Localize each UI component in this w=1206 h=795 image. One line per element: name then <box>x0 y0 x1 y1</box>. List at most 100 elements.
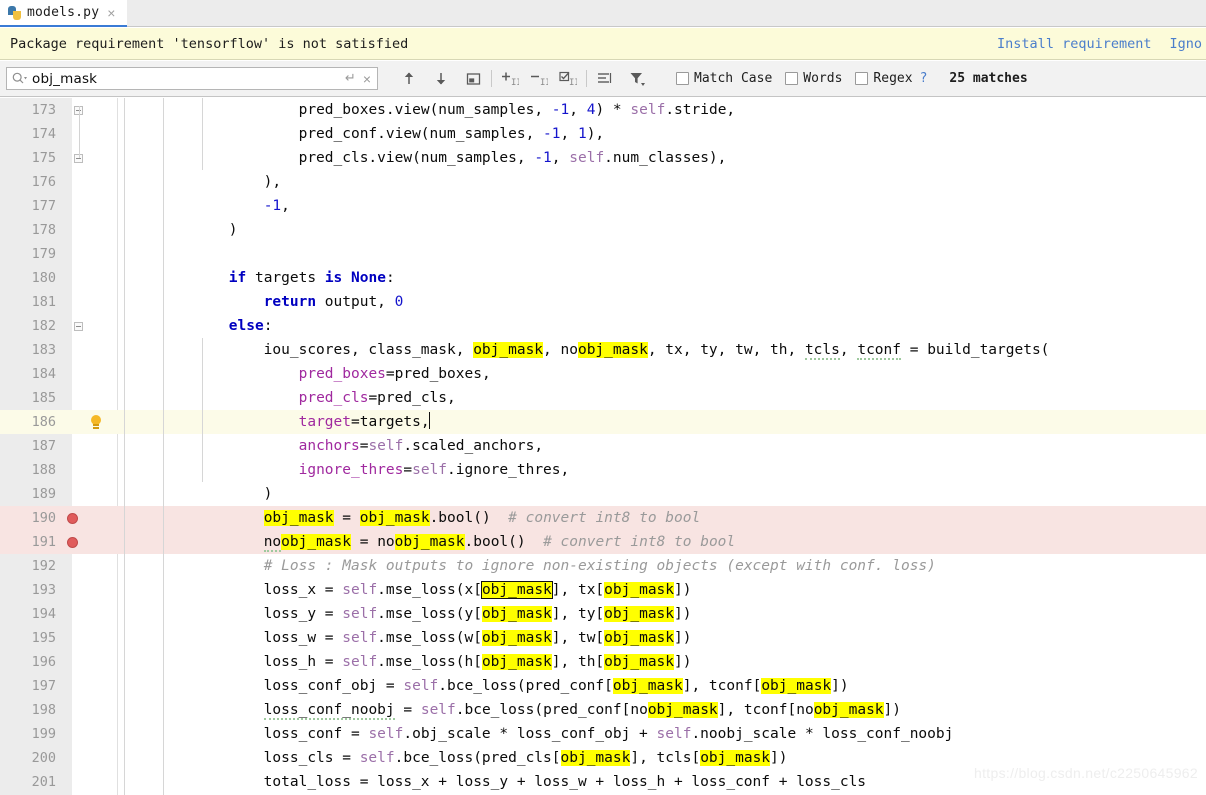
code-line[interactable]: 174 pred_conf.view(num_samples, -1, 1), <box>0 122 1206 146</box>
code-text[interactable]: anchors=self.scaled_anchors, <box>124 434 543 458</box>
code-text[interactable]: noobj_mask = noobj_mask.bool() # convert… <box>124 530 735 554</box>
editor-tab-models-py[interactable]: models.py × <box>0 0 127 27</box>
code-line[interactable]: 179 <box>0 242 1206 266</box>
search-input[interactable]: obj_mask <box>32 71 345 87</box>
select-all-occurrences-button[interactable] <box>460 66 486 92</box>
code-line[interactable]: 196 loss_h = self.mse_loss(h[obj_mask], … <box>0 650 1206 674</box>
code-line[interactable]: 194 loss_y = self.mse_loss(y[obj_mask], … <box>0 602 1206 626</box>
code-line[interactable]: 181 return output, 0 <box>0 290 1206 314</box>
fold-marker[interactable] <box>66 98 90 122</box>
code-text[interactable]: ) <box>124 218 238 242</box>
code-text[interactable]: loss_conf_noobj = self.bce_loss(pred_con… <box>124 698 901 722</box>
code-line[interactable]: 198 loss_conf_noobj = self.bce_loss(pred… <box>0 698 1206 722</box>
add-occurrence-button[interactable]: II <box>497 66 523 92</box>
code-line[interactable]: 176 ), <box>0 170 1206 194</box>
code-text[interactable]: pred_conf.view(num_samples, -1, 1), <box>124 122 605 146</box>
breakpoint-icon[interactable] <box>60 506 84 530</box>
regex-option[interactable]: Regex <box>855 71 913 86</box>
code-text[interactable]: loss_cls = self.bce_loss(pred_cls[obj_ma… <box>124 746 788 770</box>
code-line[interactable]: 173 pred_boxes.view(num_samples, -1, 4) … <box>0 98 1206 122</box>
filter-icon <box>630 72 645 86</box>
code-line[interactable]: 187 anchors=self.scaled_anchors, <box>0 434 1206 458</box>
code-text[interactable]: -1, <box>124 194 290 218</box>
fold-marker[interactable] <box>66 146 90 170</box>
search-icon <box>12 72 27 84</box>
code-editor[interactable]: 173 pred_boxes.view(num_samples, -1, 4) … <box>0 98 1206 795</box>
code-text[interactable]: if targets is None: <box>124 266 395 290</box>
code-line[interactable]: 177 -1, <box>0 194 1206 218</box>
code-line[interactable]: 189 ) <box>0 482 1206 506</box>
code-text[interactable]: pred_cls=pred_cls, <box>124 386 456 410</box>
code-line[interactable]: 192 # Loss : Mask outputs to ignore non-… <box>0 554 1206 578</box>
intention-bulb-icon[interactable] <box>84 410 108 434</box>
code-text[interactable]: ignore_thres=self.ignore_thres, <box>124 458 570 482</box>
filter-button[interactable] <box>624 66 650 92</box>
code-text[interactable]: return output, 0 <box>124 290 404 314</box>
code-line[interactable]: 195 loss_w = self.mse_loss(w[obj_mask], … <box>0 626 1206 650</box>
code-text[interactable]: iou_scores, class_mask, obj_mask, noobj_… <box>124 338 1049 362</box>
code-line[interactable]: 191 noobj_mask = noobj_mask.bool() # con… <box>0 530 1206 554</box>
code-text[interactable]: # Loss : Mask outputs to ignore non-exis… <box>124 554 936 578</box>
match-case-option[interactable]: Match Case <box>676 71 772 86</box>
code-text[interactable]: loss_y = self.mse_loss(y[obj_mask], ty[o… <box>124 602 691 626</box>
close-icon[interactable]: × <box>107 6 115 20</box>
code-line[interactable]: 186 target=targets, <box>0 410 1206 434</box>
code-line[interactable]: 180 if targets is None: <box>0 266 1206 290</box>
install-requirement-link[interactable]: Install requirement <box>997 36 1151 52</box>
remove-occurrence-button[interactable]: II <box>526 66 552 92</box>
regex-help-icon[interactable]: ? <box>920 71 928 86</box>
code-line[interactable]: 178 ) <box>0 218 1206 242</box>
code-text[interactable]: obj_mask = obj_mask.bool() # convert int… <box>124 506 700 530</box>
code-line[interactable]: 182 else: <box>0 314 1206 338</box>
code-text[interactable]: loss_h = self.mse_loss(h[obj_mask], th[o… <box>124 650 691 674</box>
code-text[interactable]: loss_w = self.mse_loss(w[obj_mask], tw[o… <box>124 626 691 650</box>
code-line[interactable]: 199 loss_conf = self.obj_scale * loss_co… <box>0 722 1206 746</box>
find-in-selection-button[interactable] <box>592 66 618 92</box>
code-text[interactable]: ), <box>124 170 281 194</box>
code-line[interactable]: 183 iou_scores, class_mask, obj_mask, no… <box>0 338 1206 362</box>
next-match-button[interactable] <box>428 66 454 92</box>
words-checkbox[interactable] <box>785 72 799 85</box>
code-text[interactable]: loss_conf_obj = self.bce_loss(pred_conf[… <box>124 674 849 698</box>
line-number: 185 <box>31 390 56 406</box>
code-text[interactable]: target=targets, <box>124 410 430 434</box>
fold-marker[interactable] <box>66 314 90 338</box>
code-line[interactable]: 188 ignore_thres=self.ignore_thres, <box>0 458 1206 482</box>
match-count-label: 25 matches <box>949 71 1028 86</box>
code-text[interactable]: pred_boxes=pred_boxes, <box>124 362 491 386</box>
ignore-requirement-link[interactable]: Igno <box>1169 36 1202 52</box>
code-text[interactable]: pred_cls.view(num_samples, -1, self.num_… <box>124 146 727 170</box>
line-number: 194 <box>31 606 56 622</box>
arrow-up-icon <box>404 72 414 84</box>
code-text[interactable]: pred_boxes.view(num_samples, -1, 4) * se… <box>124 98 736 122</box>
code-text[interactable]: ) <box>124 482 273 506</box>
python-file-icon <box>8 5 22 20</box>
code-line[interactable]: 185 pred_cls=pred_cls, <box>0 386 1206 410</box>
code-line[interactable]: 200 loss_cls = self.bce_loss(pred_cls[ob… <box>0 746 1206 770</box>
code-text[interactable]: total_loss = loss_x + loss_y + loss_w + … <box>124 770 866 794</box>
code-text[interactable]: else: <box>124 314 273 338</box>
select-all-text-button[interactable]: II <box>555 66 581 92</box>
new-line-icon[interactable]: ↵ <box>345 72 356 85</box>
fold-connector <box>79 106 80 158</box>
code-line[interactable]: 175 pred_cls.view(num_samples, -1, self.… <box>0 146 1206 170</box>
match-case-checkbox[interactable] <box>676 72 689 85</box>
code-line[interactable]: 201 total_loss = loss_x + loss_y + loss_… <box>0 770 1206 794</box>
add-selection-icon: II <box>502 72 519 87</box>
code-line[interactable]: 197 loss_conf_obj = self.bce_loss(pred_c… <box>0 674 1206 698</box>
code-line[interactable]: 193 loss_x = self.mse_loss(x[obj_mask], … <box>0 578 1206 602</box>
prev-match-button[interactable] <box>396 66 422 92</box>
code-text[interactable]: loss_conf = self.obj_scale * loss_conf_o… <box>124 722 954 746</box>
arrow-down-icon <box>436 73 446 85</box>
clear-search-icon[interactable]: × <box>363 72 371 86</box>
code-line[interactable]: 190 obj_mask = obj_mask.bool() # convert… <box>0 506 1206 530</box>
line-number: 174 <box>31 126 56 142</box>
search-field[interactable]: obj_mask ↵ × <box>6 67 378 90</box>
breakpoint-icon[interactable] <box>60 530 84 554</box>
code-line[interactable]: 184 pred_boxes=pred_boxes, <box>0 362 1206 386</box>
regex-checkbox[interactable] <box>855 72 869 85</box>
code-text[interactable]: loss_x = self.mse_loss(x[obj_mask], tx[o… <box>124 578 691 602</box>
line-number: 186 <box>31 414 56 430</box>
svg-text:II: II <box>511 78 519 87</box>
words-option[interactable]: Words <box>785 71 842 86</box>
